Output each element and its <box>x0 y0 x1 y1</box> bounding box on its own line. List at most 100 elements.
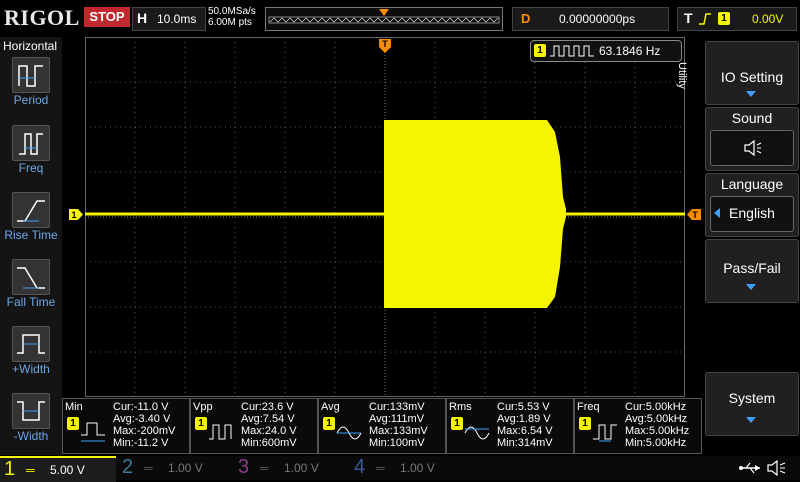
waveform-display[interactable] <box>85 37 685 397</box>
frequency-counter: 1 63.1846 Hz <box>530 40 682 62</box>
utility-menu-label: Utility <box>676 62 688 89</box>
memory-overview-graphic <box>268 9 500 24</box>
measure-pos-width-button[interactable]: +Width <box>0 326 62 390</box>
measurement-avg: Avg:-3.40 V <box>113 413 171 425</box>
system-button[interactable]: System <box>705 372 799 436</box>
language-value: English <box>729 205 775 221</box>
channel-4-setting[interactable]: 4 ═ 1.00 V <box>350 456 466 480</box>
rise-time-label: Rise Time <box>4 228 58 242</box>
trigger-level-value: 0.00V <box>752 12 784 26</box>
measure-neg-width-button[interactable]: -Width <box>0 393 62 457</box>
measurement-min-value: Min:-11.2 V <box>113 437 169 449</box>
measurement-min-value: Min:314mV <box>497 437 553 449</box>
chevron-down-icon <box>746 284 756 290</box>
pass-fail-button[interactable]: Pass/Fail <box>705 239 799 303</box>
channel-2-setting[interactable]: 2 ═ 1.00 V <box>118 456 234 480</box>
fall-time-label: Fall Time <box>6 295 56 309</box>
measurement-rms[interactable]: Rms 1 Cur:5.53 V Avg:1.89 V Max:6.54 V M… <box>446 398 574 454</box>
measurement-cur: Cur:23.6 V <box>241 401 294 413</box>
measure-rise-time-button[interactable]: Rise Time <box>0 192 62 256</box>
measure-freq-button[interactable]: Freq <box>0 125 62 189</box>
timebase-value: 10.0ms <box>157 12 197 26</box>
delay-box[interactable]: D 0.00000000ps <box>512 7 669 31</box>
chevron-down-icon <box>746 417 756 423</box>
measurement-avg: Avg:7.54 V <box>241 413 295 425</box>
measurement-channel-badge: 1 <box>451 417 463 430</box>
io-setting-button[interactable]: IO Setting <box>705 41 799 105</box>
channel-3-setting[interactable]: 3 ═ 1.00 V <box>234 456 350 480</box>
trigger-position-marker[interactable]: T <box>378 38 392 54</box>
speaker-icon <box>744 139 762 157</box>
io-setting-label: IO Setting <box>720 69 784 85</box>
channel-number: 4 <box>354 456 366 478</box>
pos-width-label: +Width <box>12 362 50 376</box>
measurement-max: Max:24.0 V <box>241 425 297 437</box>
memory-depth: 6.00M pts <box>208 17 252 28</box>
channel-1-setting[interactable]: 1 ═ 5.00 V <box>0 456 116 482</box>
measurement-min[interactable]: Min 1 Cur:-11.0 V Avg:-3.40 V Max:-200mV… <box>62 398 190 454</box>
measurement-vpp[interactable]: Vpp 1 Cur:23.6 V Avg:7.54 V Max:24.0 V M… <box>190 398 318 454</box>
utility-menu: IO Setting Sound Language English Pass/F… <box>703 37 800 455</box>
system-label: System <box>728 390 776 406</box>
language-label: Language <box>720 176 784 192</box>
pos-width-icon <box>12 326 50 362</box>
sound-button[interactable]: Sound <box>705 107 799 171</box>
language-value-box: English <box>710 196 794 232</box>
memory-trigger-marker <box>379 9 389 16</box>
measurement-channel-badge: 1 <box>323 417 335 430</box>
measure-period-button[interactable]: Period <box>0 57 62 121</box>
sound-value-box <box>710 130 794 166</box>
memory-overview-strip <box>265 7 503 31</box>
measurement-avg: Avg:111mV <box>369 413 425 425</box>
pass-fail-label: Pass/Fail <box>723 260 781 276</box>
measurement-name: Rms <box>449 401 472 413</box>
freq-icon <box>12 125 50 161</box>
svg-text:T: T <box>692 210 698 220</box>
measurement-min-value: Min:100mV <box>369 437 425 449</box>
measurement-name: Freq <box>577 401 600 413</box>
measurement-cur: Cur:133mV <box>369 401 425 413</box>
sample-rate: 50.0MSa/s <box>208 6 256 17</box>
trigger-box[interactable]: T 1 0.00V <box>677 7 797 31</box>
channel1-offset-marker[interactable]: 1 <box>68 208 84 221</box>
measurement-cur: Cur:-11.0 V <box>113 401 169 413</box>
counter-channel-badge: 1 <box>534 44 546 57</box>
dc-coupling-icon: ═ <box>144 461 153 475</box>
horizontal-measure-menu: Horizontal Period Freq Rise Time Fall Ti… <box>0 37 62 455</box>
measure-fall-time-button[interactable]: Fall Time <box>0 259 62 323</box>
square-wave-icon <box>550 45 594 57</box>
channel-bar: 1 ═ 5.00 V 2 ═ 1.00 V 3 ═ 1.00 V 4 ═ 1.0… <box>0 456 800 482</box>
delay-value: 0.00000000ps <box>559 12 636 26</box>
rigol-logo: RIGOL <box>4 5 80 30</box>
sound-label: Sound <box>731 110 773 126</box>
min-icon <box>81 422 105 442</box>
measurement-avg: Avg:1.89 V <box>497 413 551 425</box>
neg-width-icon <box>12 393 50 429</box>
measurement-name: Avg <box>321 401 340 413</box>
measurement-channel-badge: 1 <box>195 417 207 430</box>
measurement-bar: Min 1 Cur:-11.0 V Avg:-3.40 V Max:-200mV… <box>62 398 702 454</box>
measurement-freq[interactable]: Freq 1 Cur:5.00kHz Avg:5.00kHz Max:5.00k… <box>574 398 702 454</box>
freq-label: Freq <box>18 161 44 175</box>
dc-coupling-icon: ═ <box>260 461 269 475</box>
run-stop-indicator[interactable]: STOP <box>84 7 130 27</box>
language-button[interactable]: Language English <box>705 173 799 237</box>
top-status-bar: RIGOL STOP H 10.0ms 50.0MSa/s 6.00M pts … <box>0 0 800 36</box>
measurement-max: Max:5.00kHz <box>625 425 690 437</box>
measurement-max: Max:6.54 V <box>497 425 553 437</box>
channel-scale: 1.00 V <box>400 461 435 475</box>
trigger-level-marker[interactable]: T <box>686 208 702 221</box>
measurement-channel-badge: 1 <box>579 417 591 430</box>
vpp-icon <box>209 424 232 440</box>
svg-text:T: T <box>382 39 388 49</box>
freq-icon <box>593 424 617 442</box>
trigger-source-badge: 1 <box>718 12 730 25</box>
measurement-channel-badge: 1 <box>67 417 79 430</box>
measurement-max: Max:-200mV <box>113 425 176 437</box>
timebase-box[interactable]: H 10.0ms <box>132 7 206 31</box>
channel-number: 1 <box>4 458 16 480</box>
channel-scale: 5.00 V <box>50 463 85 477</box>
fall-time-icon <box>12 259 50 295</box>
measurement-avg[interactable]: Avg 1 Cur:133mV Avg:111mV Max:133mV Min:… <box>318 398 446 454</box>
channel-scale: 1.00 V <box>284 461 319 475</box>
